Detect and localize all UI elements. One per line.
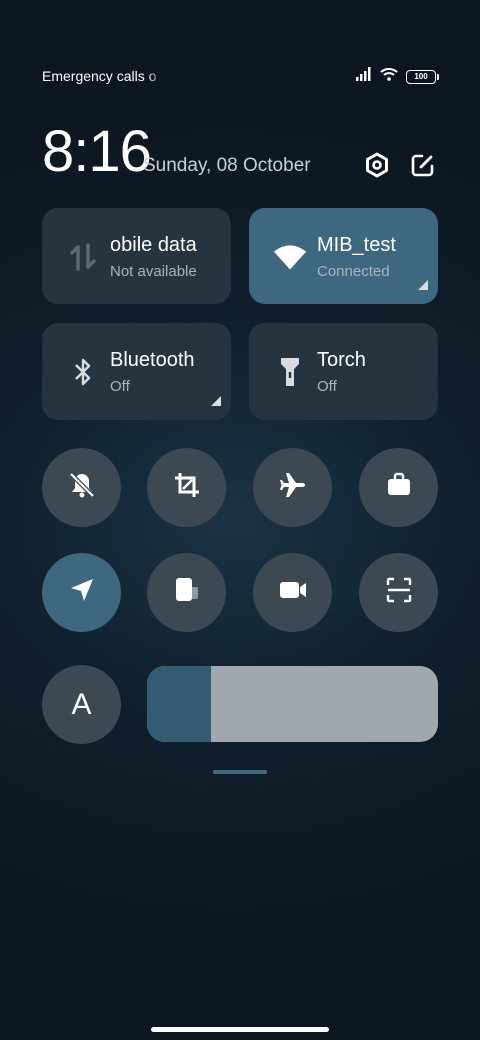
edit-icon[interactable] <box>408 150 438 180</box>
location-arrow-icon <box>67 575 97 610</box>
wifi-icon <box>380 67 398 86</box>
location-toggle[interactable] <box>42 553 121 632</box>
tile-subtitle: Connected <box>317 263 390 280</box>
status-icons: 100 <box>356 67 439 86</box>
tile-title: Bluetooth <box>110 349 195 371</box>
expand-corner-icon[interactable] <box>211 396 221 406</box>
tile-subtitle: Off <box>110 378 130 395</box>
screen-recorder-toggle[interactable] <box>253 553 332 632</box>
tile-torch[interactable]: Torch Off <box>249 323 438 420</box>
clock-time: 8:16 <box>42 119 152 184</box>
crop-icon <box>172 470 202 505</box>
torch-icon <box>273 355 307 389</box>
screenshot-toggle[interactable] <box>147 448 226 527</box>
tile-wifi[interactable]: MIB_test Connected <box>249 208 438 304</box>
date-label: Sunday, 08 October <box>143 155 311 176</box>
brightness-slider[interactable] <box>147 666 438 742</box>
video-camera-icon <box>277 575 309 610</box>
tile-subtitle: Off <box>317 378 337 395</box>
battery-icon: 100 <box>406 69 439 84</box>
bell-off-icon <box>67 470 97 505</box>
tile-subtitle: Not available <box>110 263 197 280</box>
font-size-label: A <box>71 687 92 721</box>
tile-title: obile data <box>110 234 197 256</box>
tile-bluetooth[interactable]: Bluetooth Off <box>42 323 231 420</box>
mute-toggle[interactable] <box>42 448 121 527</box>
font-size-button[interactable]: A <box>42 665 121 744</box>
expand-corner-icon[interactable] <box>418 280 428 290</box>
airplane-icon <box>278 470 308 505</box>
floating-window-toggle[interactable] <box>147 553 226 632</box>
settings-icon[interactable] <box>362 150 392 180</box>
scan-icon <box>384 575 414 610</box>
tile-title: MIB_test <box>317 234 396 256</box>
briefcase-icon <box>384 470 414 505</box>
scanner-toggle[interactable] <box>359 553 438 632</box>
wifi-icon <box>273 240 307 274</box>
home-indicator[interactable] <box>151 1027 329 1032</box>
panel-drag-handle[interactable] <box>213 770 267 774</box>
status-emergency-text: Emergency calls o <box>42 68 157 84</box>
tile-title: Torch <box>317 349 366 371</box>
work-mode-toggle[interactable] <box>359 448 438 527</box>
mobile-data-icon <box>66 240 100 274</box>
tile-mobile-data[interactable]: obile data Not available <box>42 208 231 304</box>
airplane-toggle[interactable] <box>253 448 332 527</box>
brightness-fill <box>147 666 212 742</box>
floating-window-icon <box>171 574 203 611</box>
bluetooth-icon <box>66 355 100 389</box>
signal-icon <box>356 67 372 86</box>
